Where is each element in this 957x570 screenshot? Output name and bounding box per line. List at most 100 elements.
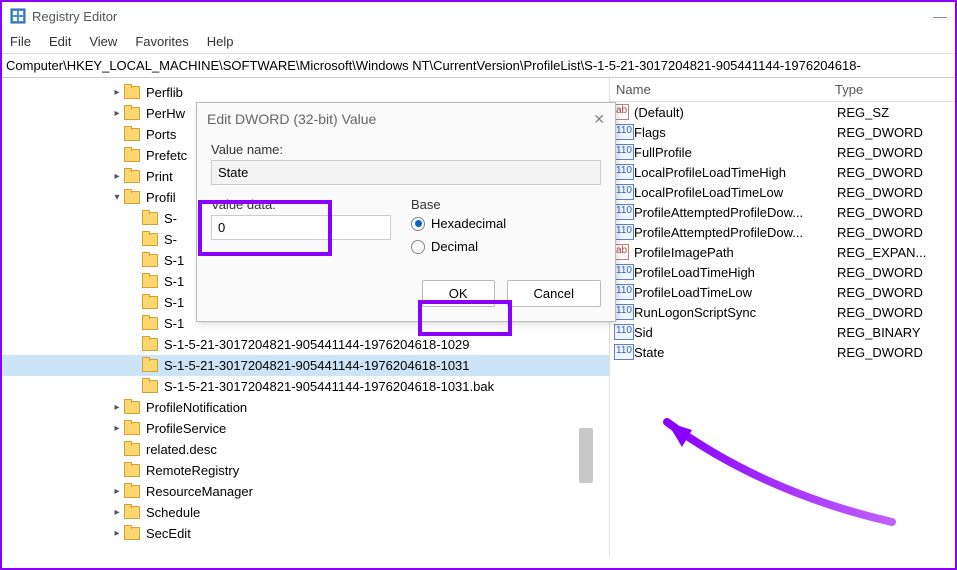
radio-dot-icon <box>411 240 425 254</box>
row-name: State <box>634 345 837 360</box>
tree-item[interactable]: ▸Schedule <box>2 502 609 523</box>
folder-icon <box>124 506 140 519</box>
reg-dword-icon: 110 <box>614 204 634 220</box>
titlebar: Registry Editor — <box>2 2 955 30</box>
row-name: LocalProfileLoadTimeHigh <box>634 165 837 180</box>
col-header-name[interactable]: Name <box>610 82 835 97</box>
chevron-icon[interactable]: ▸ <box>110 486 124 497</box>
tree-item[interactable]: ▸ Perflib <box>2 82 609 103</box>
row-name: ProfileLoadTimeLow <box>634 285 837 300</box>
reg-dword-icon: 110 <box>614 304 634 320</box>
row-name: ProfileImagePath <box>634 245 837 260</box>
folder-icon <box>142 212 158 225</box>
radio-decimal[interactable]: Decimal <box>411 239 601 254</box>
col-header-type[interactable]: Type <box>835 82 955 97</box>
list-row[interactable]: 110FullProfileREG_DWORD <box>610 142 955 162</box>
tree-item-label: PerHw <box>144 105 187 122</box>
menu-view[interactable]: View <box>89 34 117 49</box>
tree-item[interactable]: S-1-5-21-3017204821-905441144-1976204618… <box>2 376 609 397</box>
folder-icon <box>124 107 140 120</box>
tree-item-label: Profil <box>144 189 178 206</box>
reg-dword-icon: 110 <box>614 224 634 240</box>
list-row[interactable]: 110ProfileLoadTimeLowREG_DWORD <box>610 282 955 302</box>
reg-dword-icon: 110 <box>614 284 634 300</box>
list-row[interactable]: 110ProfileAttemptedProfileDow...REG_DWOR… <box>610 222 955 242</box>
tree-item[interactable]: ▸ResourceManager <box>2 481 609 502</box>
folder-icon <box>124 485 140 498</box>
tree-item-label: Prefetc <box>144 147 189 164</box>
chevron-icon[interactable]: ▸ <box>110 528 124 539</box>
tree-item-label: S-1-5-21-3017204821-905441144-1976204618… <box>162 336 472 353</box>
row-type: REG_DWORD <box>837 145 955 160</box>
list-panel: Name Type ab(Default)REG_SZ110FlagsREG_D… <box>610 78 955 556</box>
chevron-icon[interactable]: ▸ <box>110 402 124 413</box>
tree-item[interactable]: S-1-5-21-3017204821-905441144-1976204618… <box>2 355 609 376</box>
value-data-input[interactable] <box>211 215 391 240</box>
folder-icon <box>124 464 140 477</box>
folder-icon <box>142 338 158 351</box>
reg-dword-icon: 110 <box>614 324 634 340</box>
radio-hexadecimal[interactable]: Hexadecimal <box>411 216 601 231</box>
menu-edit[interactable]: Edit <box>49 34 71 49</box>
list-row[interactable]: ab(Default)REG_SZ <box>610 102 955 122</box>
tree-item[interactable]: related.desc <box>2 439 609 460</box>
addressbar[interactable]: Computer\HKEY_LOCAL_MACHINE\SOFTWARE\Mic… <box>2 54 955 78</box>
reg-dword-icon: 110 <box>614 164 634 180</box>
tree-item[interactable]: ▸ProfileNotification <box>2 397 609 418</box>
menu-favorites[interactable]: Favorites <box>135 34 188 49</box>
row-type: REG_SZ <box>837 105 955 120</box>
row-type: REG_DWORD <box>837 125 955 140</box>
row-name: ProfileLoadTimeHigh <box>634 265 837 280</box>
list-row[interactable]: 110StateREG_DWORD <box>610 342 955 362</box>
list-row[interactable]: 110LocalProfileLoadTimeLowREG_DWORD <box>610 182 955 202</box>
tree-item-label: Perflib <box>144 84 185 101</box>
list-row[interactable]: 110FlagsREG_DWORD <box>610 122 955 142</box>
chevron-icon[interactable]: ▸ <box>110 87 124 98</box>
cancel-button[interactable]: Cancel <box>507 280 601 307</box>
list-row[interactable]: 110ProfileAttemptedProfileDow...REG_DWOR… <box>610 202 955 222</box>
close-icon[interactable]: ✕ <box>593 111 605 128</box>
tree-item-label: Print <box>144 168 175 185</box>
list-row[interactable]: ab ProfileImagePathREG_EXPAN... <box>610 242 955 262</box>
folder-icon <box>124 170 140 183</box>
row-name: (Default) <box>634 105 837 120</box>
tree-item-label: Ports <box>144 126 178 143</box>
chevron-icon[interactable]: ▸ <box>110 108 124 119</box>
list-row[interactable]: 110LocalProfileLoadTimeHighREG_DWORD <box>610 162 955 182</box>
tree-item-label: S-1 <box>162 273 186 290</box>
chevron-icon[interactable]: ▾ <box>110 192 124 203</box>
chevron-icon[interactable]: ▸ <box>110 171 124 182</box>
tree-item[interactable]: ▸ ProfileService <box>2 418 609 439</box>
tree-item[interactable]: S-1-5-21-3017204821-905441144-1976204618… <box>2 334 609 355</box>
tree-item[interactable]: RemoteRegistry <box>2 460 609 481</box>
ok-button[interactable]: OK <box>422 280 495 307</box>
base-label: Base <box>411 197 601 212</box>
list-row[interactable]: 110ProfileLoadTimeHighREG_DWORD <box>610 262 955 282</box>
tree-item-label: S- <box>162 231 179 248</box>
reg-dword-icon: 110 <box>614 144 634 160</box>
row-name: Sid <box>634 325 837 340</box>
row-type: REG_DWORD <box>837 305 955 320</box>
chevron-icon[interactable]: ▸ <box>110 507 124 518</box>
tree-item-label: ProfileService <box>144 420 228 437</box>
reg-string-icon: ab <box>614 244 629 260</box>
row-name: ProfileAttemptedProfileDow... <box>634 205 837 220</box>
tree-item[interactable]: ▸SecEdit <box>2 523 609 544</box>
list-row[interactable]: 110SidREG_BINARY <box>610 322 955 342</box>
folder-icon <box>142 380 158 393</box>
row-type: REG_EXPAN... <box>837 245 955 260</box>
menu-file[interactable]: File <box>10 34 31 49</box>
folder-icon <box>124 191 140 204</box>
minimize-button[interactable]: — <box>933 8 947 24</box>
folder-icon <box>124 401 140 414</box>
row-type: REG_BINARY <box>837 325 955 340</box>
menu-help[interactable]: Help <box>207 34 234 49</box>
tree-scrollbar[interactable] <box>579 428 593 483</box>
row-name: LocalProfileLoadTimeLow <box>634 185 837 200</box>
row-type: REG_DWORD <box>837 205 955 220</box>
value-name-input[interactable] <box>211 160 601 185</box>
folder-icon <box>142 254 158 267</box>
chevron-icon[interactable]: ▸ <box>110 423 124 434</box>
list-row[interactable]: 110RunLogonScriptSyncREG_DWORD <box>610 302 955 322</box>
value-data-label: Value data: <box>211 197 391 212</box>
